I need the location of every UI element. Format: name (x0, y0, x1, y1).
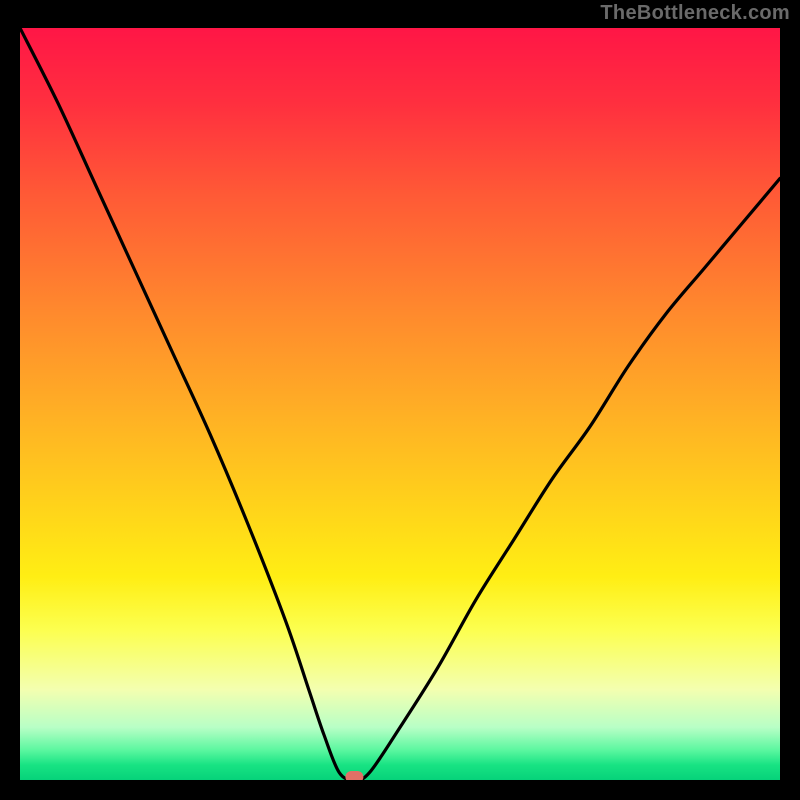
watermark-text: TheBottleneck.com (600, 2, 790, 25)
minimum-marker (345, 771, 363, 780)
curve-svg (20, 28, 780, 780)
bottleneck-curve (20, 28, 780, 780)
chart-frame: TheBottleneck.com (0, 0, 800, 800)
plot-area (20, 28, 780, 780)
